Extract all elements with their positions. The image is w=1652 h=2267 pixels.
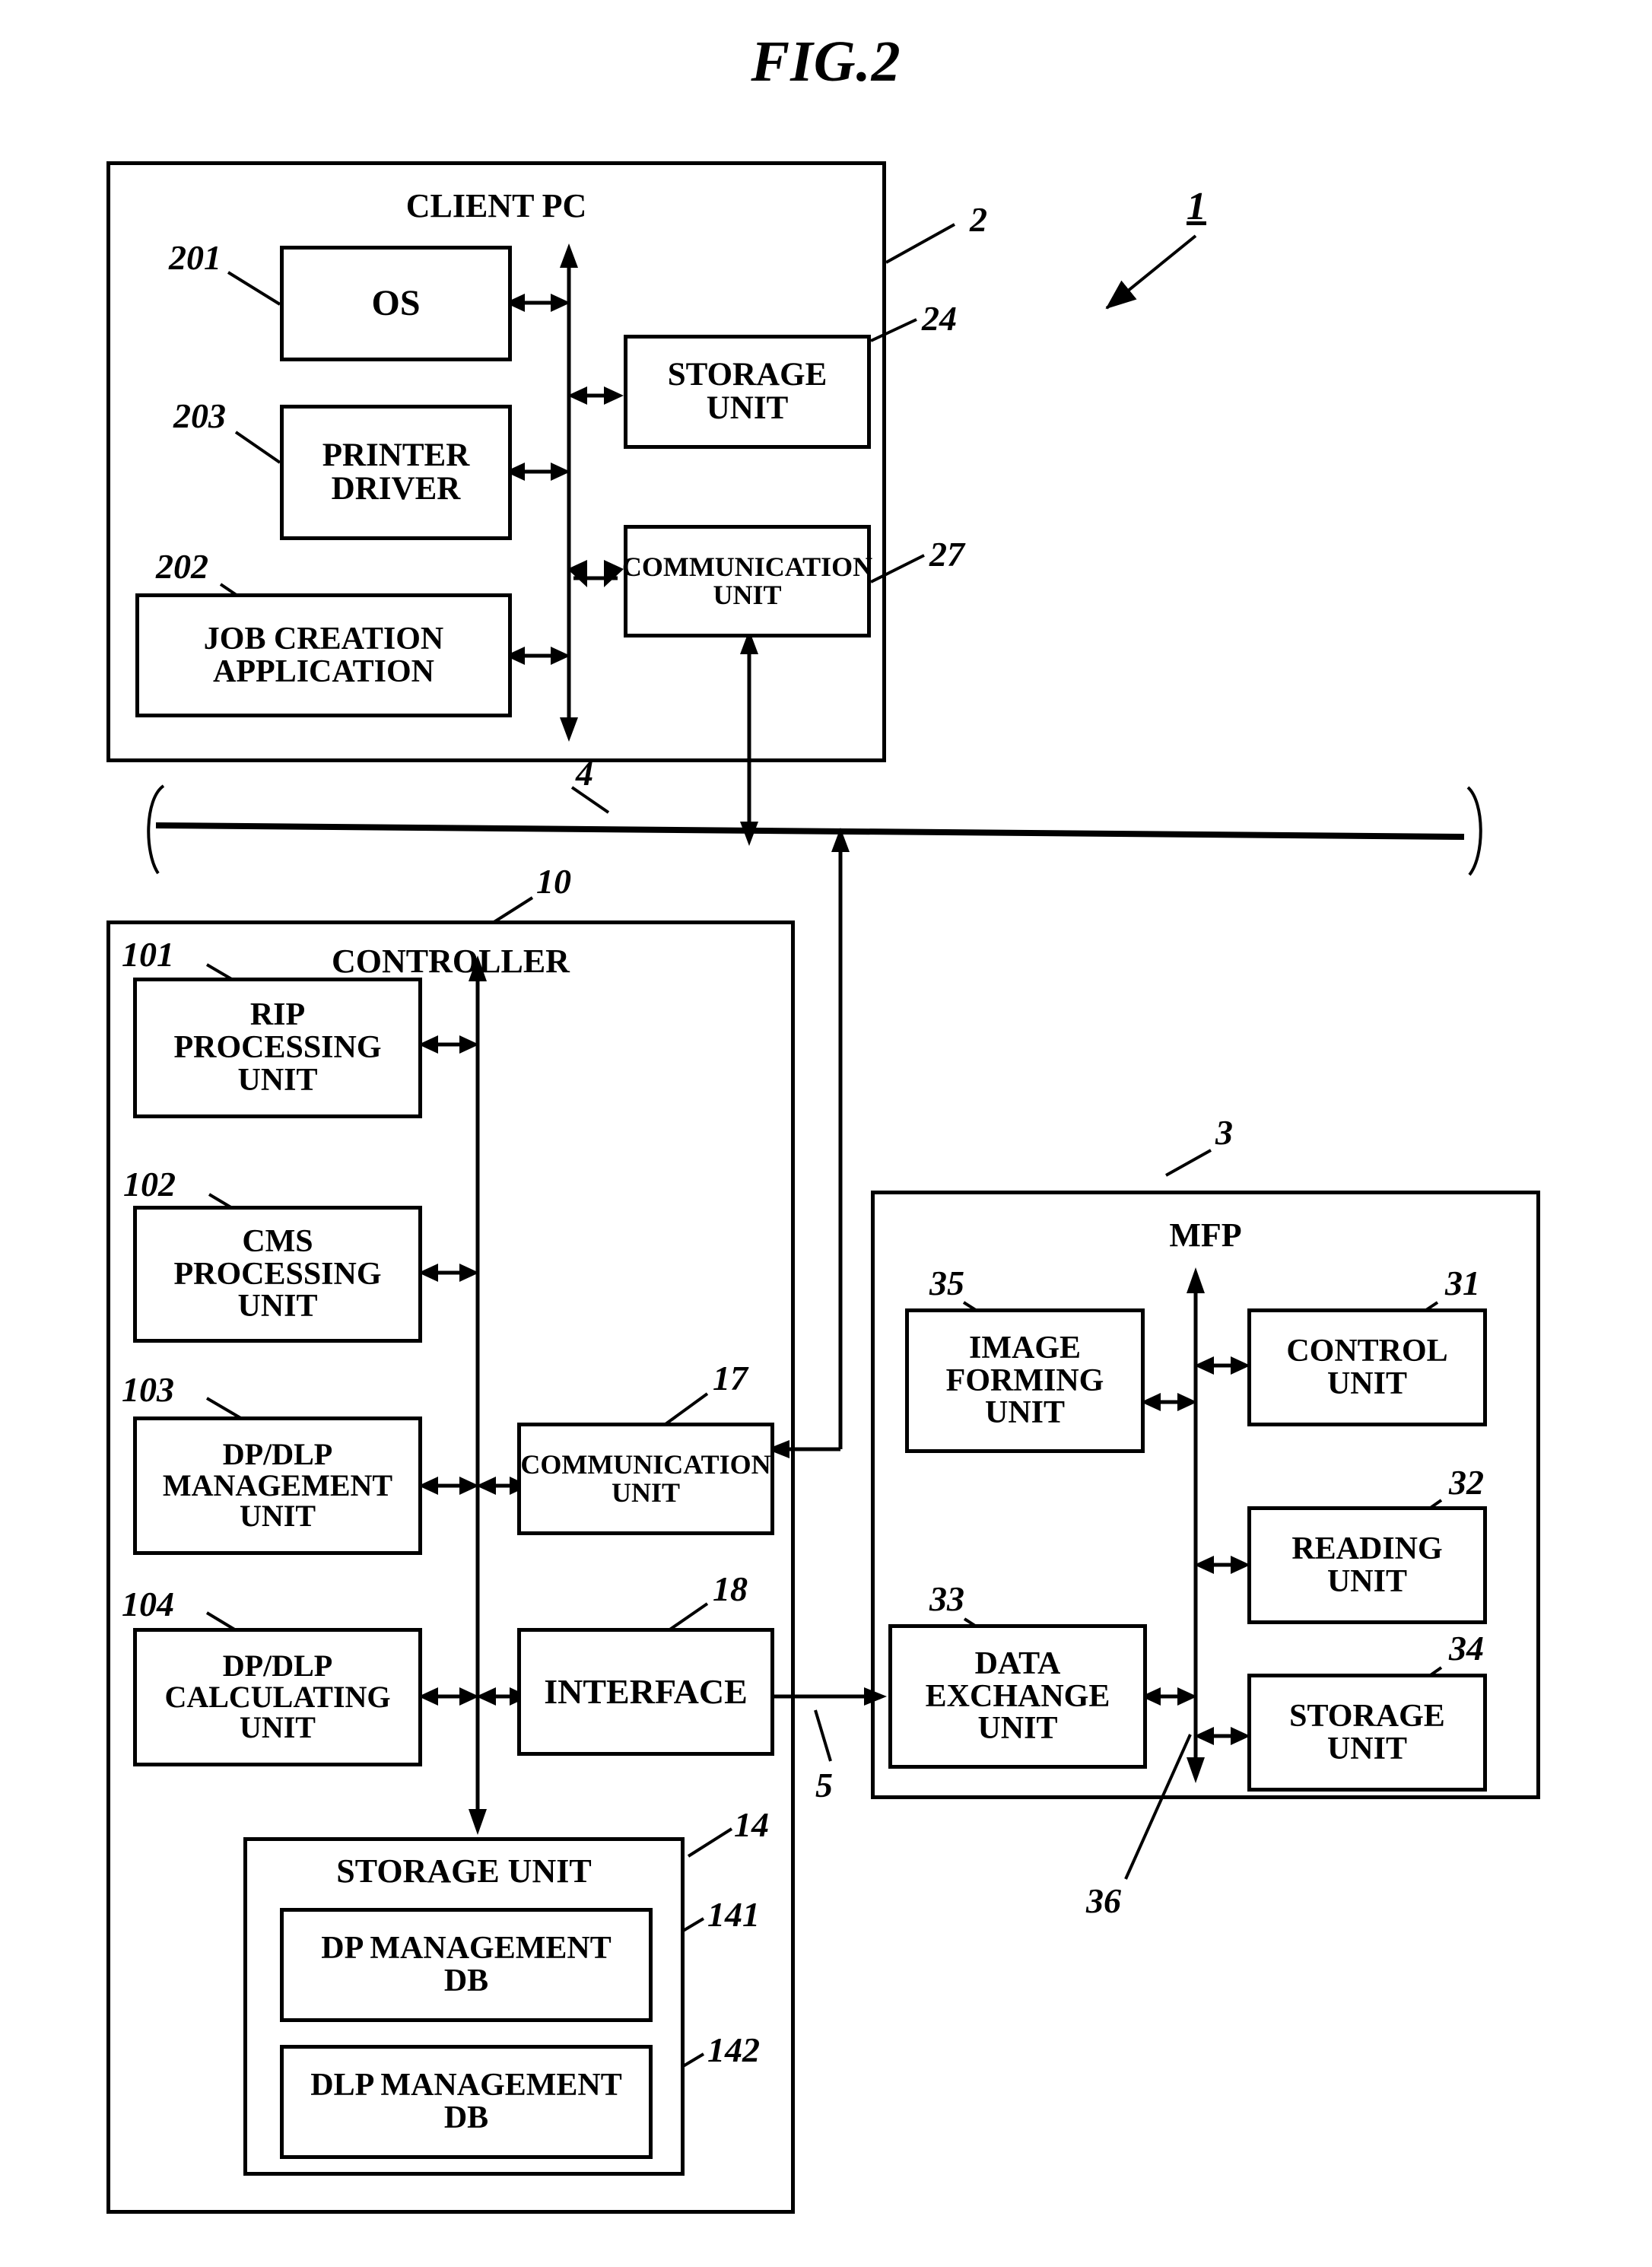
ref-104: 104: [122, 1585, 174, 1623]
ref-17: 17: [713, 1359, 748, 1397]
ref-2: 2: [970, 200, 987, 239]
ref-3-mfp: 3: [1215, 1113, 1233, 1152]
ref-203: 203: [173, 396, 226, 435]
dp-dlp-calculating-unit-label: DP/DLP CALCULATING UNIT: [164, 1648, 391, 1745]
client-communication-unit-label: COMMUNICATION UNIT: [621, 552, 873, 610]
mfp-reading-unit-box: READING UNIT: [1247, 1506, 1487, 1624]
controller-storage-unit-label: STORAGE UNIT: [336, 1852, 592, 1890]
ref-36-mfp-bus: 36: [1086, 1881, 1121, 1920]
client-job-creation-app-label: JOB CREATION APPLICATION: [203, 621, 444, 689]
image-forming-unit-box: IMAGE FORMING UNIT: [905, 1308, 1145, 1453]
client-storage-unit-label: STORAGE UNIT: [667, 357, 828, 426]
client-os-label: OS: [371, 282, 421, 323]
client-communication-unit-box: COMMUNICATION UNIT: [621, 525, 873, 637]
dp-dlp-management-unit-label: DP/DLP MANAGEMENT UNIT: [162, 1436, 393, 1534]
ref-27: 27: [929, 535, 964, 574]
figure-page: FIG.2 CLIENT PC OS 201 PRINTER DRIVER 20…: [0, 0, 1652, 2267]
mfp-reading-unit-label: READING UNIT: [1291, 1531, 1443, 1599]
mfp-control-unit-box: CONTROL UNIT: [1247, 1308, 1487, 1426]
mfp-storage-unit-label: STORAGE UNIT: [1289, 1698, 1445, 1766]
client-pc-caption: CLIENT PC: [405, 187, 587, 224]
controller-interface-box: INTERFACE: [517, 1628, 774, 1756]
ref-141: 141: [707, 1895, 760, 1934]
figure-title: FIG.2: [751, 30, 901, 94]
dp-dlp-management-unit-box: DP/DLP MANAGEMENT UNIT: [133, 1416, 422, 1555]
dlp-management-db-label: DLP MANAGEMENT DB: [310, 2068, 622, 2135]
image-forming-unit-label: IMAGE FORMING UNIT: [945, 1330, 1104, 1431]
mfp-caption: MFP: [1169, 1216, 1242, 1254]
cms-processing-unit-box: CMS PROCESSING UNIT: [133, 1206, 422, 1343]
client-storage-unit-box: STORAGE UNIT: [624, 335, 871, 449]
ref-202: 202: [156, 547, 208, 586]
controller-communication-unit-label: COMMUNICATION UNIT: [520, 1449, 771, 1508]
ref-31: 31: [1445, 1264, 1480, 1302]
client-printer-driver-box: PRINTER DRIVER: [280, 405, 512, 540]
client-os-box: OS: [280, 246, 512, 361]
data-exchange-unit-label: DATA EXCHANGE UNIT: [925, 1645, 1110, 1747]
ref-14: 14: [734, 1805, 769, 1844]
ref-32: 32: [1449, 1463, 1484, 1502]
cms-processing-unit-label: CMS PROCESSING UNIT: [173, 1223, 382, 1324]
controller-communication-unit-box: COMMUNICATION UNIT: [517, 1423, 774, 1535]
rip-processing-unit-box: RIP PROCESSING UNIT: [133, 978, 422, 1118]
ref-34: 34: [1449, 1629, 1484, 1668]
ref-1-system: 1: [1187, 185, 1206, 228]
mfp-storage-unit-box: STORAGE UNIT: [1247, 1674, 1487, 1792]
controller-caption: CONTROLLER: [332, 943, 570, 980]
ref-5-link: 5: [815, 1766, 833, 1804]
ref-24: 24: [922, 299, 957, 338]
ref-201: 201: [169, 238, 221, 277]
ref-4-network: 4: [576, 754, 593, 793]
ref-33: 33: [929, 1579, 964, 1618]
ref-103: 103: [122, 1370, 174, 1409]
dlp-management-db-box: DLP MANAGEMENT DB: [280, 2045, 653, 2159]
rip-processing-unit-label: RIP PROCESSING UNIT: [173, 997, 382, 1098]
dp-management-db-label: DP MANAGEMENT DB: [321, 1931, 612, 1998]
dp-dlp-calculating-unit-box: DP/DLP CALCULATING UNIT: [133, 1628, 422, 1766]
ref-10-controller: 10: [536, 862, 571, 901]
ref-35: 35: [929, 1264, 964, 1302]
ref-102: 102: [123, 1165, 176, 1203]
ref-101: 101: [122, 935, 174, 974]
mfp-control-unit-label: CONTROL UNIT: [1286, 1333, 1448, 1401]
ref-142: 142: [707, 2030, 760, 2069]
dp-management-db-box: DP MANAGEMENT DB: [280, 1908, 653, 2022]
controller-interface-label: INTERFACE: [544, 1671, 748, 1711]
client-printer-driver-label: PRINTER DRIVER: [322, 437, 470, 507]
data-exchange-unit-box: DATA EXCHANGE UNIT: [888, 1624, 1147, 1769]
ref-18: 18: [713, 1569, 748, 1608]
client-job-creation-app-box: JOB CREATION APPLICATION: [135, 593, 512, 717]
